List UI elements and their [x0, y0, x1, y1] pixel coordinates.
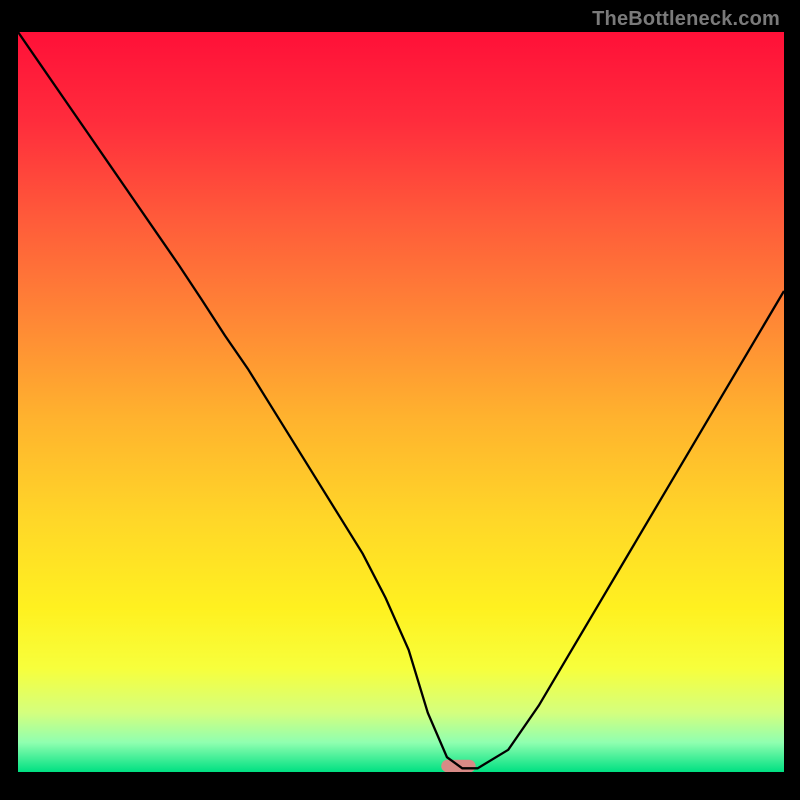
chart-frame: TheBottleneck.com [4, 4, 796, 796]
chart-line-layer [18, 32, 784, 772]
plot-area [18, 32, 784, 772]
bottleneck-curve [18, 32, 784, 768]
watermark-text: TheBottleneck.com [592, 8, 780, 31]
